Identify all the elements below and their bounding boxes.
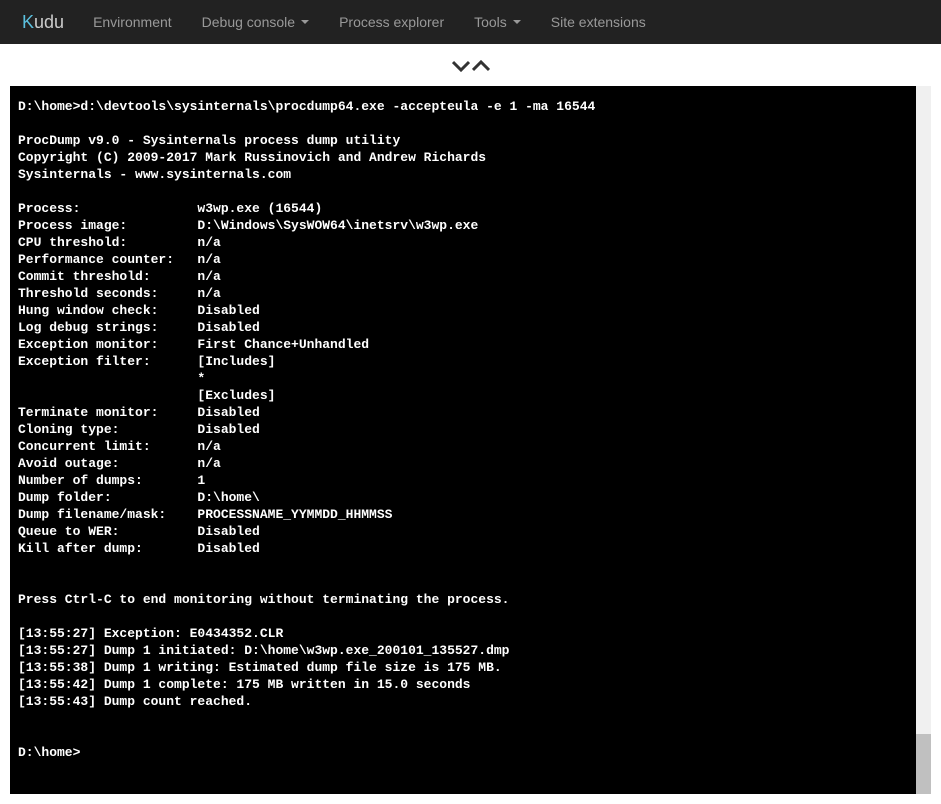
- brand-logo[interactable]: Kudu: [8, 12, 78, 33]
- nav-debug-console[interactable]: Debug console: [187, 2, 324, 42]
- nav-environment-label: Environment: [93, 14, 172, 30]
- nav-process-explorer-label: Process explorer: [339, 14, 444, 30]
- nav-site-extensions[interactable]: Site extensions: [536, 2, 661, 42]
- nav-debug-console-label: Debug console: [202, 14, 295, 30]
- brand-k: K: [22, 12, 34, 32]
- nav-tools-label: Tools: [474, 14, 507, 30]
- console-wrap: D:\home>d:\devtools\sysinternals\procdum…: [0, 86, 941, 804]
- scrollbar-track[interactable]: [916, 86, 931, 794]
- nav-process-explorer[interactable]: Process explorer: [324, 2, 459, 42]
- chevron-down-icon: [301, 20, 309, 24]
- console-output[interactable]: D:\home>d:\devtools\sysinternals\procdum…: [10, 86, 931, 794]
- scrollbar-thumb[interactable]: [916, 734, 931, 794]
- brand-rest: udu: [34, 12, 64, 32]
- nav-tools[interactable]: Tools: [459, 2, 536, 42]
- nav-environment[interactable]: Environment: [78, 2, 187, 42]
- nav-site-extensions-label: Site extensions: [551, 14, 646, 30]
- chevron-down-icon: [513, 20, 521, 24]
- collapse-down-icon[interactable]: [452, 54, 470, 76]
- nav-items: Environment Debug console Process explor…: [78, 2, 661, 42]
- collapse-up-icon[interactable]: [472, 54, 490, 76]
- navbar: Kudu Environment Debug console Process e…: [0, 0, 941, 44]
- toggle-bar: [0, 44, 941, 86]
